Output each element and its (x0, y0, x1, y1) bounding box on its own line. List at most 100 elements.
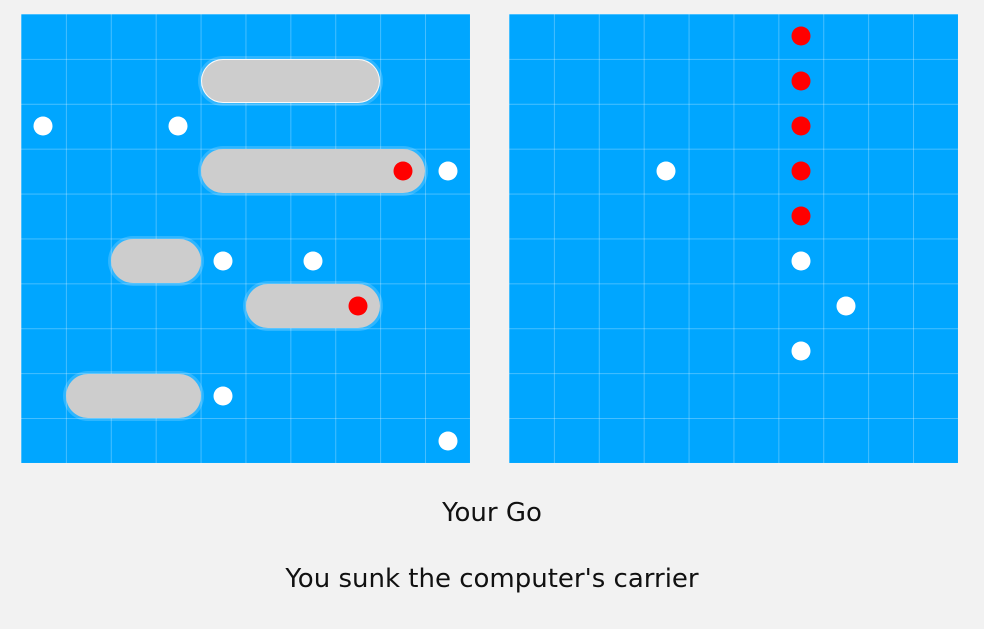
computer-board-cell[interactable] (689, 14, 734, 59)
computer-board-cell[interactable] (868, 239, 913, 284)
computer-board-cell[interactable] (868, 104, 913, 149)
player-board-cell (111, 283, 156, 328)
computer-board-cell[interactable] (868, 194, 913, 239)
computer-board-cell[interactable] (644, 418, 689, 463)
computer-board-cell[interactable] (689, 59, 734, 104)
computer-board-cell[interactable] (868, 59, 913, 104)
ship[interactable] (65, 373, 201, 418)
computer-board-cell[interactable] (644, 283, 689, 328)
computer-board-cell[interactable] (868, 373, 913, 418)
computer-board-cell[interactable] (913, 373, 958, 418)
computer-board-cell[interactable] (823, 373, 868, 418)
computer-board-cell[interactable] (689, 373, 734, 418)
computer-board-cell[interactable] (554, 373, 599, 418)
computer-board-cell[interactable] (509, 418, 554, 463)
computer-board-cell[interactable] (599, 104, 644, 149)
computer-board-cell[interactable] (644, 328, 689, 373)
player-board-cell (380, 373, 425, 418)
computer-board-cell[interactable] (734, 194, 779, 239)
computer-board-cell[interactable] (509, 194, 554, 239)
computer-board-cell[interactable] (913, 14, 958, 59)
computer-board-cell[interactable] (599, 283, 644, 328)
computer-board-cell[interactable] (913, 328, 958, 373)
computer-board-cell[interactable] (823, 328, 868, 373)
computer-board-cell[interactable] (734, 14, 779, 59)
computer-board-cell[interactable] (689, 328, 734, 373)
computer-board-cell[interactable] (913, 418, 958, 463)
computer-board-cell[interactable] (599, 418, 644, 463)
computer-board-cell[interactable] (913, 239, 958, 284)
computer-board-cell[interactable] (778, 418, 823, 463)
computer-board-cell[interactable] (509, 283, 554, 328)
computer-board-cell[interactable] (823, 149, 868, 194)
computer-board-cell[interactable] (554, 328, 599, 373)
computer-board-cell[interactable] (644, 239, 689, 284)
computer-board-cell[interactable] (554, 239, 599, 284)
computer-board-cell[interactable] (689, 283, 734, 328)
computer-board-cell[interactable] (509, 239, 554, 284)
computer-board-cell[interactable] (689, 104, 734, 149)
computer-board-cell[interactable] (823, 418, 868, 463)
computer-board-cell[interactable] (868, 283, 913, 328)
computer-board-cell[interactable] (554, 14, 599, 59)
computer-board-cell[interactable] (554, 104, 599, 149)
ship[interactable] (200, 59, 381, 104)
computer-board-cell[interactable] (599, 194, 644, 239)
computer-board-cell[interactable] (689, 149, 734, 194)
computer-board-cell[interactable] (644, 373, 689, 418)
computer-board-cell[interactable] (868, 418, 913, 463)
computer-board-cell[interactable] (823, 14, 868, 59)
computer-board-cell[interactable] (778, 373, 823, 418)
computer-board-cell[interactable] (554, 59, 599, 104)
computer-board-cell[interactable] (868, 328, 913, 373)
computer-board-cell[interactable] (734, 328, 779, 373)
computer-board-cell[interactable] (599, 59, 644, 104)
computer-board-cell[interactable] (778, 283, 823, 328)
computer-board-cell[interactable] (734, 239, 779, 284)
computer-board-cell[interactable] (913, 194, 958, 239)
computer-board[interactable] (509, 14, 958, 463)
computer-board-cell[interactable] (913, 104, 958, 149)
computer-board-cell[interactable] (644, 14, 689, 59)
miss-marker (33, 116, 53, 136)
computer-board-cell[interactable] (554, 418, 599, 463)
computer-board-cell[interactable] (734, 104, 779, 149)
computer-board-cell[interactable] (554, 194, 599, 239)
computer-board-cell[interactable] (913, 59, 958, 104)
computer-board-cell[interactable] (509, 14, 554, 59)
computer-board-cell[interactable] (913, 283, 958, 328)
computer-board-cell[interactable] (689, 194, 734, 239)
computer-board-cell[interactable] (644, 104, 689, 149)
computer-board-cell[interactable] (509, 373, 554, 418)
computer-board-cell[interactable] (644, 194, 689, 239)
computer-board-cell[interactable] (868, 14, 913, 59)
computer-board-cell[interactable] (644, 59, 689, 104)
computer-board-cell[interactable] (599, 328, 644, 373)
computer-board-cell[interactable] (599, 14, 644, 59)
computer-board-cell[interactable] (823, 104, 868, 149)
player-board-cell (380, 59, 425, 104)
computer-board-cell[interactable] (734, 418, 779, 463)
computer-board-cell[interactable] (734, 149, 779, 194)
computer-board-cell[interactable] (734, 283, 779, 328)
computer-board-cell[interactable] (599, 373, 644, 418)
computer-board-cell[interactable] (509, 104, 554, 149)
computer-board-cell[interactable] (823, 239, 868, 284)
computer-board-cell[interactable] (868, 149, 913, 194)
ship[interactable] (200, 149, 426, 194)
computer-board-cell[interactable] (734, 373, 779, 418)
computer-board-cell[interactable] (509, 328, 554, 373)
computer-board-cell[interactable] (599, 149, 644, 194)
computer-board-cell[interactable] (509, 149, 554, 194)
ship[interactable] (110, 239, 201, 283)
computer-board-cell[interactable] (689, 418, 734, 463)
computer-board-cell[interactable] (689, 239, 734, 284)
computer-board-cell[interactable] (734, 59, 779, 104)
computer-board-cell[interactable] (823, 59, 868, 104)
computer-board-cell[interactable] (913, 149, 958, 194)
computer-board-cell[interactable] (599, 239, 644, 284)
computer-board-cell[interactable] (509, 59, 554, 104)
computer-board-cell[interactable] (823, 194, 868, 239)
computer-board-cell[interactable] (554, 283, 599, 328)
computer-board-cell[interactable] (554, 149, 599, 194)
